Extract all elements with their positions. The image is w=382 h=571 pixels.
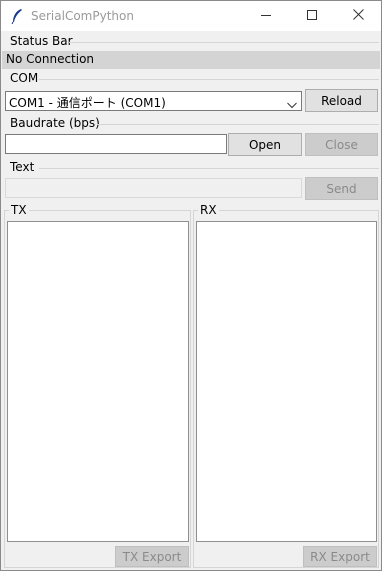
minimize-button[interactable] xyxy=(243,1,289,31)
baudrate-input[interactable] xyxy=(5,134,227,154)
rx-group-label: RX xyxy=(198,203,219,217)
text-section-label: Text xyxy=(10,160,35,174)
rx-textbox[interactable] xyxy=(196,221,377,542)
tx-textbox[interactable] xyxy=(7,221,189,542)
chevron-down-icon xyxy=(287,98,297,109)
baudrate-divider xyxy=(97,124,379,125)
close-port-button[interactable]: Close xyxy=(305,133,378,156)
status-bar: No Connection xyxy=(2,51,380,69)
status-text: No Connection xyxy=(6,52,95,66)
tx-export-button[interactable]: TX Export xyxy=(115,546,189,567)
close-button[interactable] xyxy=(335,1,381,31)
com-section-label: COM xyxy=(10,71,39,85)
feather-icon xyxy=(10,8,24,25)
baudrate-section-label: Baudrate (bps) xyxy=(10,116,100,130)
maximize-icon xyxy=(307,9,317,23)
maximize-button[interactable] xyxy=(289,1,335,31)
close-icon xyxy=(352,9,364,23)
rx-export-button[interactable]: RX Export xyxy=(303,546,377,567)
app-window: SerialComPython Status Bar No Connection… xyxy=(0,0,382,571)
com-port-value: COM1 - 通信ポート (COM1) xyxy=(9,96,166,110)
open-button[interactable]: Open xyxy=(228,133,302,156)
tx-group-label: TX xyxy=(9,203,29,217)
title-bar[interactable]: SerialComPython xyxy=(1,1,381,31)
send-text-input[interactable] xyxy=(5,178,302,198)
com-port-select[interactable]: COM1 - 通信ポート (COM1) xyxy=(5,91,302,111)
send-button[interactable]: Send xyxy=(305,177,378,200)
status-divider xyxy=(69,42,379,43)
reload-button[interactable]: Reload xyxy=(305,89,378,112)
com-divider xyxy=(39,79,379,80)
window-title: SerialComPython xyxy=(31,9,134,23)
minimize-icon xyxy=(261,9,271,23)
status-section-label: Status Bar xyxy=(10,34,73,48)
text-divider xyxy=(39,168,379,169)
